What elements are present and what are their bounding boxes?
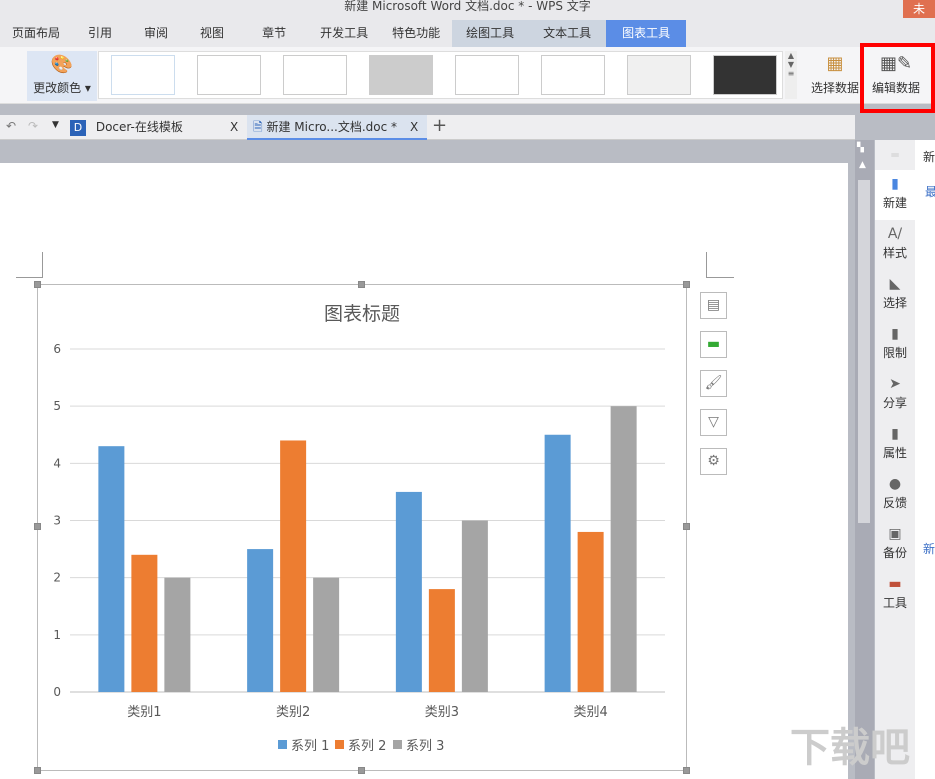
y-tick-label: 3 [53,514,61,528]
y-tick-label: 5 [53,399,61,413]
bar-1 [396,492,422,692]
panel-grip: ═ [875,140,915,170]
new-doc-icon: ▮ [875,176,915,194]
chart-style-brush-icon[interactable]: 🖌 [700,370,727,397]
side-panel-label: 反馈 [883,496,907,510]
bar-2 [578,532,604,692]
chart-title: 图表标题 [324,303,400,325]
side-panel-label: 选择 [883,296,907,310]
share-icon: ➤ [875,376,915,394]
side-panel-item[interactable]: ◣ 选择 [875,270,915,320]
chart-filter-icon[interactable]: ▽ [700,409,727,436]
panel-content: 新 最 新 [915,140,935,779]
bar-2 [131,555,157,692]
y-tick-label: 4 [53,456,61,470]
bar-1 [247,549,273,692]
side-panel-item[interactable]: ● 反馈 [875,470,915,520]
legend-entry: 系列 3 [406,739,444,754]
x-tick-label: 类别3 [425,705,459,720]
bar-3 [611,406,637,692]
panel-recent[interactable]: 最 [915,165,935,200]
bar-3 [313,578,339,692]
legend-swatch [278,740,287,749]
bar-3 [462,521,488,693]
side-panel-label: 备份 [883,546,907,560]
vertical-scrollbar[interactable]: ▚ ▲ [855,140,874,779]
lock-icon: ▮ [875,326,915,344]
y-tick-label: 1 [53,628,61,642]
side-panel-item[interactable]: ▣ 备份 [875,520,915,570]
side-panel: ═ ▮ 新建 A/样式 ◣ 选择 ▮ 限制 ➤ 分享 ▮ 属性 ● 反馈 ▣ 备份 ▬ 工具 [875,140,915,779]
legend-swatch [335,740,344,749]
split-icon: ▚ [857,143,864,153]
bar-chart: 图表标题 0 1 2 3 4 5 6 类别1 类别2 类别3 类别4 系列 1 系列 2 系列 3 [0,0,935,779]
backup-icon: ▣ [875,526,915,544]
panel-header: 新 [915,140,935,165]
side-panel-item[interactable]: ▮ 属性 [875,420,915,470]
legend-entry: 系列 2 [348,739,386,754]
y-tick-label: 2 [53,571,61,585]
watermark: 下载吧 [790,715,910,773]
scroll-thumb[interactable] [858,180,870,523]
x-tick-label: 类别1 [127,705,161,720]
toolbox-icon: ▬ [875,576,915,594]
side-panel-item[interactable]: ➤ 分享 [875,370,915,420]
style-icon: A/ [875,226,915,244]
y-tick-label: 0 [53,685,61,699]
properties-icon: ▮ [875,426,915,444]
side-panel-label: 样式 [883,246,907,260]
side-panel-label: 限制 [883,346,907,360]
bar-2 [280,440,306,692]
chart-elements-icon[interactable]: ▤ [700,292,727,319]
side-panel-label: 分享 [883,396,907,410]
bar-3 [164,578,190,692]
panel-new-link[interactable]: 新 [915,200,935,557]
side-panel-label: 属性 [883,446,907,460]
side-panel-item[interactable]: A/样式 [875,220,915,270]
chart-layout-icon[interactable]: ▬ [700,331,727,358]
feedback-icon: ● [875,476,915,494]
side-panel-label: 新建 [883,196,907,210]
side-panel-item[interactable]: ▮ 限制 [875,320,915,370]
bar-1 [545,435,571,692]
side-panel-label: 工具 [883,596,907,610]
bar-2 [429,589,455,692]
chart-settings-gear-icon[interactable]: ⚙ [700,448,727,475]
x-tick-label: 类别4 [573,705,607,720]
legend-swatch [393,740,402,749]
x-tick-label: 类别2 [276,705,310,720]
side-panel-item[interactable]: ▬ 工具 [875,570,915,620]
legend-entry: 系列 1 [291,739,329,754]
y-tick-label: 6 [53,342,61,356]
bar-1 [98,446,124,692]
side-panel-item[interactable]: ▮ 新建 [875,170,915,220]
select-icon: ◣ [875,276,915,294]
scroll-up-icon[interactable]: ▲ [859,160,866,170]
